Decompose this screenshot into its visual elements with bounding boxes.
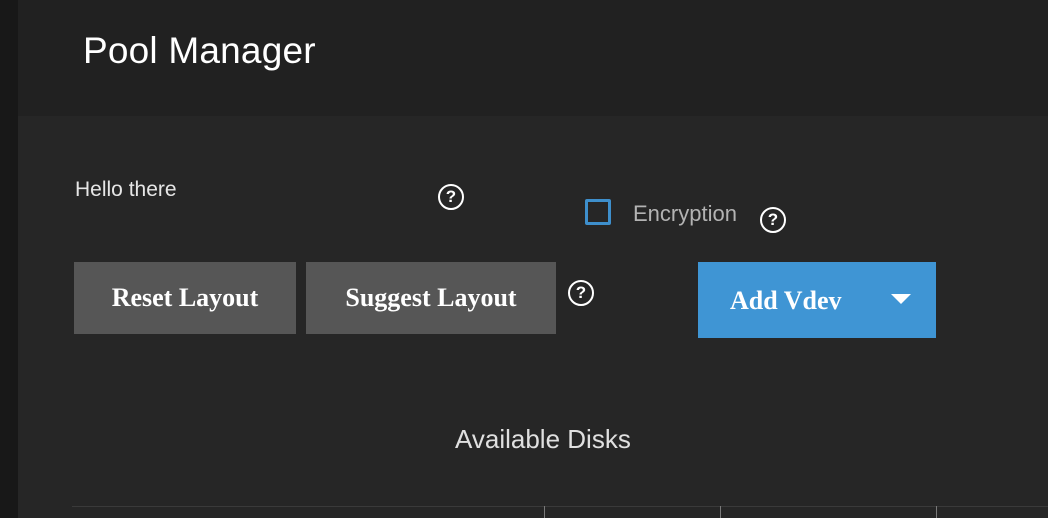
suggest-layout-help-icon[interactable]: ? [568, 280, 594, 306]
pool-name-help-icon[interactable]: ? [438, 184, 464, 210]
add-vdev-button[interactable]: Add Vdev [698, 262, 936, 338]
encryption-checkbox[interactable] [585, 199, 611, 225]
pool-name-label: Hello there [75, 178, 177, 201]
column-separator[interactable] [544, 506, 545, 518]
encryption-help-icon[interactable]: ? [760, 207, 786, 233]
reset-layout-button[interactable]: Reset Layout [74, 262, 296, 334]
add-vdev-label: Add Vdev [730, 286, 842, 315]
left-sidebar-edge [0, 0, 18, 518]
pool-manager-page: Pool Manager Hello there ? Encryption ? … [0, 0, 1048, 518]
page-title: Pool Manager [83, 30, 316, 71]
column-separator[interactable] [720, 506, 721, 518]
available-disks-table-header [72, 506, 1048, 518]
page-header: Pool Manager [18, 0, 1048, 116]
available-disks-title: Available Disks [455, 424, 631, 454]
caret-down-icon[interactable] [891, 294, 911, 304]
column-separator[interactable] [936, 506, 937, 518]
suggest-layout-button[interactable]: Suggest Layout [306, 262, 556, 334]
table-top-border [72, 506, 1048, 507]
encryption-label[interactable]: Encryption [633, 201, 737, 227]
